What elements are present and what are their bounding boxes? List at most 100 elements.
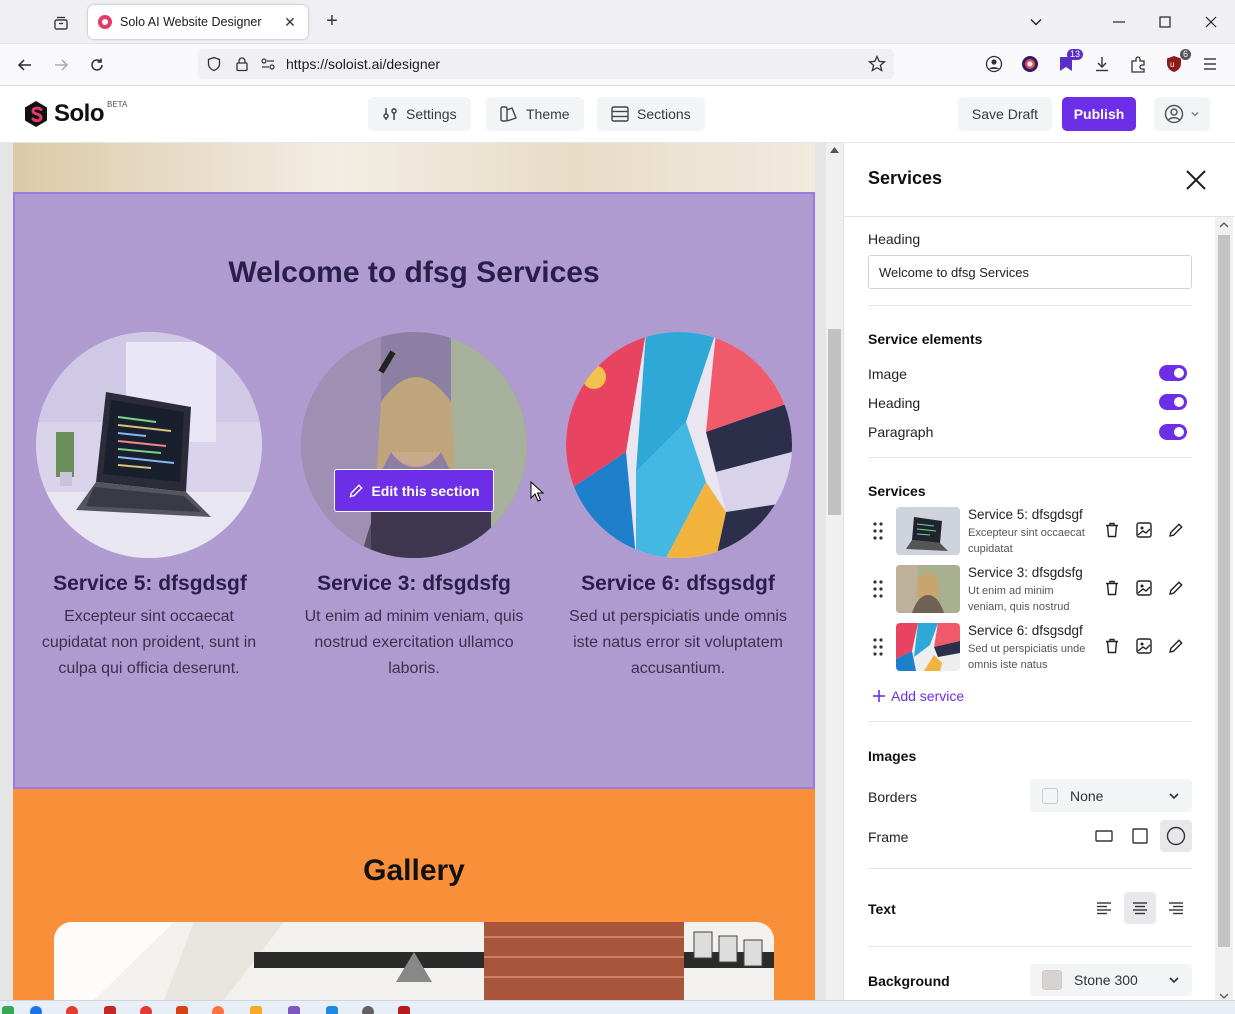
scroll-up-icon[interactable] [830, 147, 839, 153]
downloads-icon[interactable] [1091, 53, 1113, 75]
ublock-extension-icon[interactable]: u 6 [1163, 49, 1191, 75]
scroll-up-icon[interactable] [1219, 222, 1229, 228]
bookmark-star-icon[interactable] [868, 55, 886, 73]
save-draft-button[interactable]: Save Draft [958, 97, 1052, 131]
background-select[interactable]: Stone 300 [1030, 964, 1192, 996]
heading-toggle[interactable] [1159, 394, 1187, 410]
maximize-icon[interactable] [1151, 8, 1179, 36]
gallery-image[interactable] [54, 922, 774, 1000]
lock-icon[interactable] [234, 56, 250, 72]
paragraph-toggle[interactable] [1159, 424, 1187, 440]
frame-circle-option[interactable] [1160, 820, 1192, 852]
taskbar-app-icon[interactable] [66, 1006, 78, 1014]
browser-tab[interactable]: Solo AI Website Designer ✕ [88, 5, 308, 39]
taskbar-app-icon[interactable] [2, 1006, 14, 1014]
panel-scrollbar[interactable] [1215, 217, 1233, 1000]
pencil-icon[interactable] [1167, 637, 1185, 655]
user-menu-button[interactable] [1154, 97, 1210, 131]
service-thumbnail [896, 565, 960, 613]
service-text-1[interactable]: Excepteur sint occaecat cupidatat non pr… [34, 604, 264, 682]
new-tab-icon[interactable]: + [320, 10, 344, 34]
sections-button[interactable]: Sections [597, 97, 705, 131]
service-image-laptop[interactable] [36, 332, 262, 558]
image-icon[interactable] [1135, 579, 1153, 597]
panel-scroll-thumb[interactable] [1218, 235, 1230, 947]
settings-button[interactable]: Settings [368, 97, 471, 131]
mouse-cursor-icon [530, 481, 544, 502]
list-item[interactable]: Service 3: dfsgdsfg Ut enim ad minim ven… [868, 565, 1192, 617]
borders-select[interactable]: None [1030, 779, 1192, 812]
service-image-abstract[interactable] [566, 332, 792, 558]
pencil-icon[interactable] [1167, 579, 1185, 597]
image-icon[interactable] [1135, 521, 1153, 539]
heading-input[interactable]: Welcome to dfsg Services [868, 255, 1192, 289]
scroll-down-icon[interactable] [1219, 993, 1229, 999]
pencil-icon[interactable] [1167, 521, 1185, 539]
reload-icon[interactable] [84, 52, 110, 78]
taskbar-app-icon[interactable] [30, 1006, 42, 1014]
image-icon[interactable] [1135, 637, 1153, 655]
theme-button[interactable]: Theme [486, 97, 584, 131]
service-text-3[interactable]: Sed ut perspiciatis unde omnis iste natu… [563, 604, 793, 682]
service-text-2[interactable]: Ut enim ad minim veniam, quis nostrud ex… [299, 604, 529, 682]
extensions-puzzle-icon[interactable] [1127, 53, 1149, 75]
image-toggle[interactable] [1159, 365, 1187, 381]
services-heading[interactable]: Welcome to dfsg Services [13, 256, 815, 290]
image-toggle-label: Image [868, 366, 907, 382]
add-service-button[interactable]: Add service [873, 688, 964, 704]
drag-handle-icon[interactable] [872, 579, 884, 599]
canvas-scroll-thumb[interactable] [828, 329, 841, 515]
taskbar-app-icon[interactable] [212, 1006, 224, 1014]
drag-handle-icon[interactable] [872, 637, 884, 657]
list-item[interactable]: Service 5: dfsgdsgf Excepteur sint occae… [868, 507, 1192, 559]
edit-section-button[interactable]: Edit this section [334, 469, 494, 512]
shield-icon[interactable] [206, 56, 222, 72]
tab-history-icon[interactable] [48, 10, 74, 36]
text-align-left-option[interactable] [1088, 892, 1120, 924]
taskbar-app-icon[interactable] [250, 1006, 262, 1014]
drag-handle-icon[interactable] [872, 521, 884, 541]
close-window-icon[interactable] [1197, 8, 1225, 36]
taskbar-app-icon[interactable] [104, 1006, 116, 1014]
minimize-icon[interactable] [1105, 8, 1133, 36]
menu-hamburger-icon[interactable] [1199, 53, 1221, 75]
privacy-extension-icon[interactable] [1019, 53, 1041, 75]
frame-square-option[interactable] [1124, 820, 1156, 852]
text-align-right-option[interactable] [1160, 892, 1192, 924]
service-image-person[interactable] [301, 332, 527, 558]
list-item[interactable]: Service 6: dfsgsdgf Sed ut perspiciatis … [868, 623, 1192, 675]
close-tab-icon[interactable]: ✕ [282, 14, 298, 31]
close-panel-icon[interactable] [1185, 169, 1207, 191]
permissions-icon[interactable] [260, 56, 276, 72]
service-thumbnail [896, 507, 960, 555]
trash-icon[interactable] [1103, 579, 1121, 597]
service-title-3[interactable]: Service 6: dfsgsdgf [546, 572, 810, 596]
back-icon[interactable] [12, 52, 38, 78]
service-title-2[interactable]: Service 3: dfsgdsfg [282, 572, 546, 596]
address-bar[interactable]: https://soloist.ai/designer [198, 49, 894, 79]
taskbar-app-icon[interactable] [398, 1006, 410, 1014]
taskbar-app-icon[interactable] [176, 1006, 188, 1014]
frame-rectangle-option[interactable] [1088, 820, 1120, 852]
text-align-center-option[interactable] [1124, 892, 1156, 924]
list-tabs-icon[interactable] [1022, 8, 1050, 36]
trash-icon[interactable] [1103, 521, 1121, 539]
heading-toggle-label: Heading [868, 395, 921, 411]
canvas-scrollbar[interactable] [826, 143, 843, 1000]
forward-icon[interactable] [48, 52, 74, 78]
chevron-down-icon [1169, 977, 1179, 984]
account-extension-icon[interactable] [983, 53, 1005, 75]
taskbar-app-icon[interactable] [288, 1006, 300, 1014]
trash-icon[interactable] [1103, 637, 1121, 655]
gallery-heading[interactable]: Gallery [13, 854, 815, 888]
taskbar-app-icon[interactable] [362, 1006, 374, 1014]
chevron-down-icon [1191, 112, 1199, 117]
service-title-1[interactable]: Service 5: dfsgdsgf [18, 572, 282, 596]
service-elements-label: Service elements [868, 331, 983, 347]
solo-logo[interactable]: Solo BETA [24, 100, 127, 128]
logo-text: Solo [54, 100, 105, 127]
bookmark-extension-icon[interactable]: 13 [1055, 49, 1083, 75]
taskbar-app-icon[interactable] [140, 1006, 152, 1014]
taskbar-app-icon[interactable] [326, 1006, 338, 1014]
publish-button[interactable]: Publish [1062, 97, 1136, 131]
